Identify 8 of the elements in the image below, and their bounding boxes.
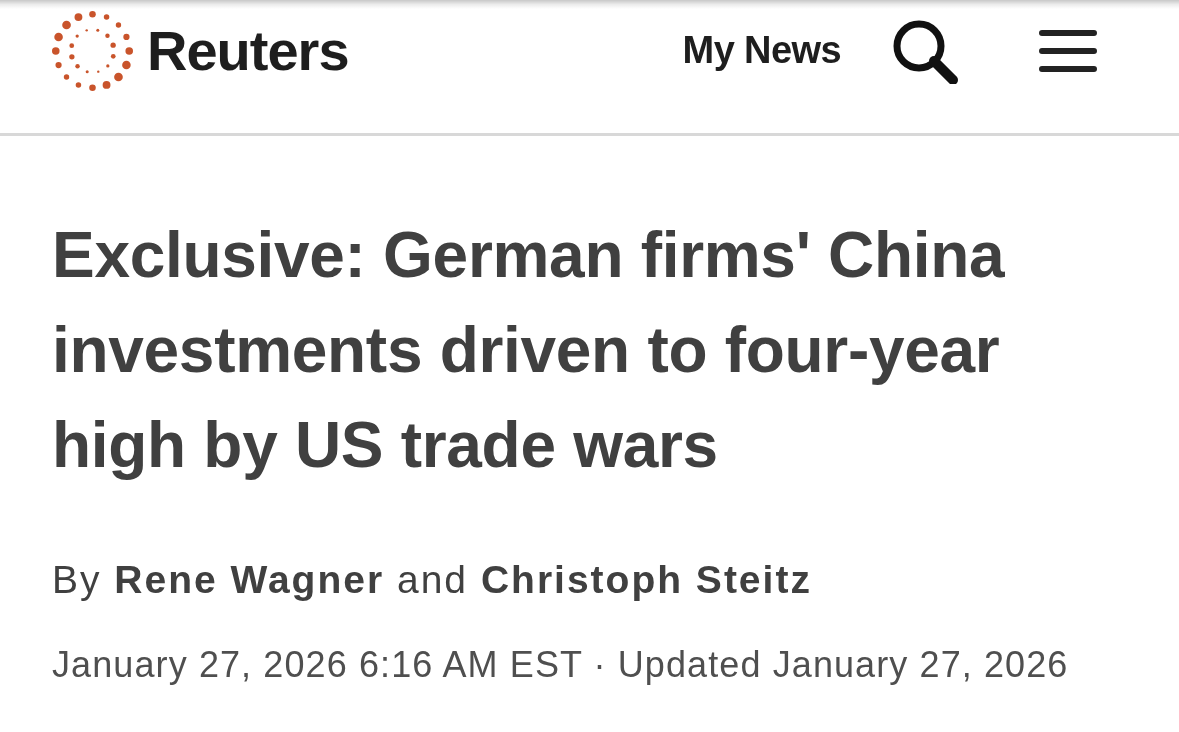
brand-name[interactable]: Reuters — [147, 23, 349, 79]
dot-ring-logo-icon[interactable] — [52, 10, 133, 92]
menu-icon[interactable] — [1039, 30, 1097, 72]
dateline: January 27, 2026 6:16 AM EST · Updated January 27, 2026 — [52, 643, 1070, 687]
search-icon[interactable] — [893, 20, 959, 84]
byline: By Rene Wagner and Christoph Steitz — [52, 557, 813, 603]
headline: Exclusive: German firms' China investments driven to four-year high by US trade wars — [52, 218, 1006, 483]
my-news-link[interactable]: My News — [682, 30, 841, 72]
